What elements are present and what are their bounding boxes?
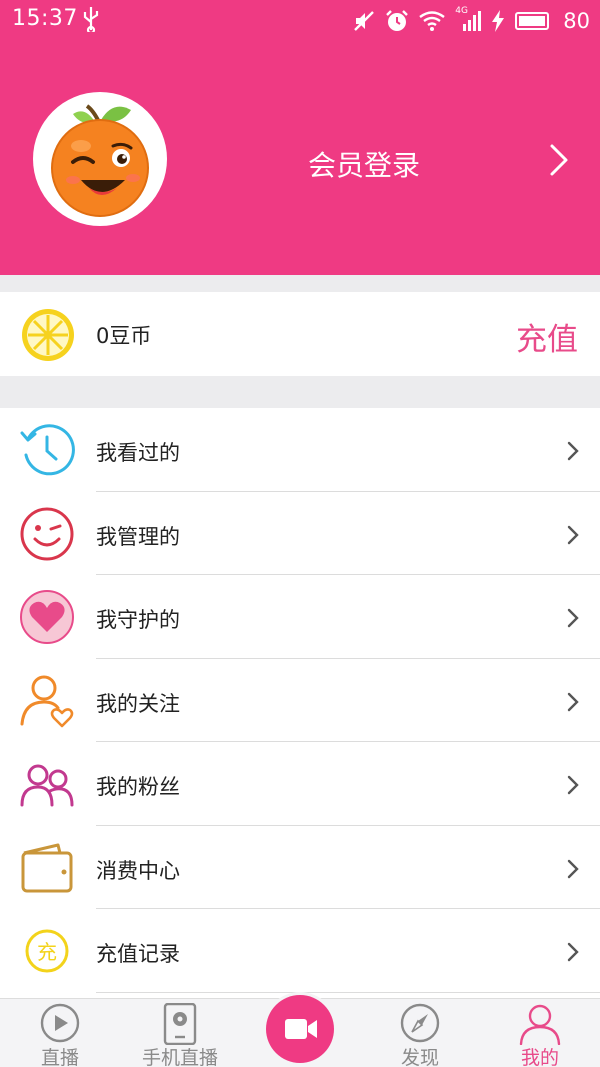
usb-icon [82,6,100,38]
start-live-button[interactable] [266,995,334,1063]
tab-label: 直播 [40,1047,79,1067]
status-time: 15:37 [12,6,78,31]
signal-icon: 4G [455,6,482,32]
menu-item-recharge-record[interactable]: 充 充值记录 [0,909,600,993]
coin-balance: 0豆币 [96,324,152,348]
wifi-icon [419,11,445,31]
menu-item-consumption[interactable]: 消费中心 [0,826,600,909]
user-icon [519,1004,561,1045]
divider [96,991,600,993]
phone-live-icon [163,1003,197,1045]
play-circle-icon [40,1003,80,1043]
history-clock-icon [20,424,75,476]
follow-user-icon [20,675,74,727]
tab-mine[interactable]: 我的 [500,999,580,1067]
tab-label: 手机直播 [141,1047,218,1067]
menu-item-label: 我的粉丝 [96,775,180,799]
lemon-coin-icon [22,309,74,361]
wallet-icon [21,843,73,892]
orange-mascot-icon [51,104,149,217]
profile-header[interactable]: 会员登录 [0,44,600,275]
menu-item-label: 我守护的 [96,608,180,632]
recharge-icon: 充 [25,929,69,973]
recharge-button[interactable]: 充值 [516,314,578,359]
tab-live[interactable]: 直播 [20,999,100,1067]
menu-list: 我看过的 我管理的 我守护的 我的关注 我的粉丝 消费中心 充 充值记录 [0,408,600,998]
chevron-right-icon [567,525,579,544]
charging-icon [491,10,505,32]
menu-item-label: 消费中心 [96,858,180,883]
menu-item-guarded[interactable]: 我守护的 [0,575,600,659]
menu-item-following[interactable]: 我的关注 [0,659,600,742]
menu-item-history[interactable]: 我看过的 [0,408,600,492]
chevron-right-icon [567,608,579,628]
tab-discover[interactable]: 发现 [380,999,460,1067]
battery-icon [515,11,551,31]
heart-icon [20,590,74,644]
tab-label: 发现 [400,1047,439,1067]
menu-item-fans[interactable]: 我的粉丝 [0,742,600,826]
avatar[interactable] [33,92,167,226]
chevron-right-icon [567,859,579,878]
chevron-right-icon [567,692,579,711]
menu-item-label: 我看过的 [96,441,180,465]
menu-item-label: 我的关注 [96,691,180,716]
tab-phone-live[interactable]: 手机直播 [130,999,230,1067]
menu-item-label: 充值记录 [96,942,180,966]
network-type: 4G [455,6,468,16]
recharge-icon-text: 充 [37,940,57,964]
alarm-icon [385,9,409,33]
wink-face-icon [20,507,74,560]
mute-icon [353,10,375,32]
compass-icon [400,1003,440,1043]
fans-users-icon [20,764,74,807]
member-login-link[interactable]: 会员登录 [308,144,420,184]
wallet-row: 0豆币 充值 [0,292,600,376]
chevron-right-icon [567,942,579,962]
menu-item-label: 我管理的 [96,524,180,549]
chevron-right-icon [567,441,579,461]
status-icons: 4G 80 [353,6,590,36]
video-camera-icon [285,1019,317,1039]
status-bar: 15:37 4G 80 [0,0,600,44]
chevron-right-icon [567,775,579,795]
battery-level: 80 [563,9,590,33]
chevron-right-icon[interactable] [546,140,572,180]
tab-label: 我的 [520,1047,559,1067]
menu-item-managed[interactable]: 我管理的 [0,492,600,575]
